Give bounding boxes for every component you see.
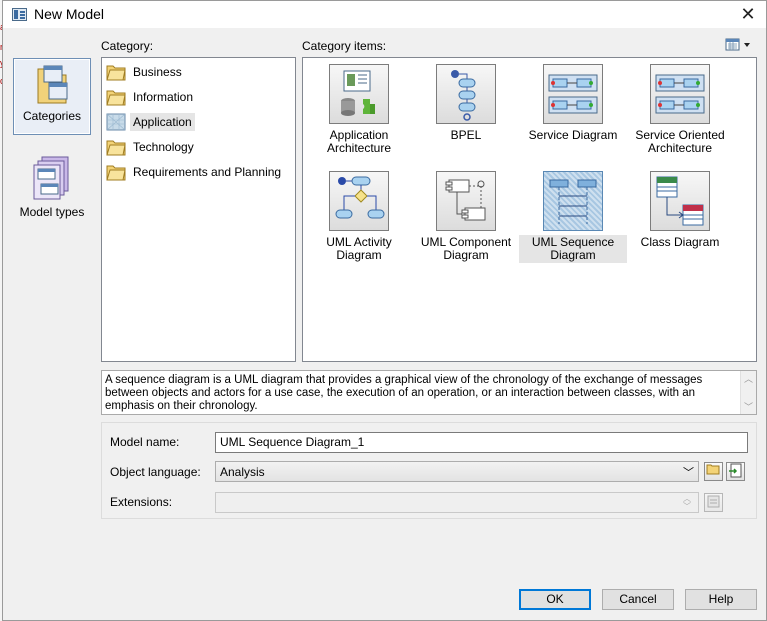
tile-label: Service Oriented Architecture [635,128,725,155]
category-item-information[interactable]: Information [106,86,196,108]
tile-label: Application Architecture [326,128,392,155]
folder-icon [106,65,126,81]
close-icon[interactable]: ✕ [736,3,760,25]
tile-label: UML Activity Diagram [326,235,392,262]
help-button[interactable]: Help [685,589,757,610]
description-scrollbar[interactable]: ︿ ﹀ [740,371,756,414]
category-item-label: Requirements and Planning [133,165,282,179]
object-language-select[interactable]: Analysis ﹀ [215,461,699,482]
nav-categories-label: Categories [22,109,82,123]
tile-class-diagram[interactable]: Class Diagram [626,171,734,250]
description-box: A sequence diagram is a UML diagram that… [101,370,757,415]
category-items-label: Category items: [302,39,387,53]
model-name-label: Model name: [110,435,180,449]
folder-icon [106,165,126,181]
tile-bpel[interactable]: BPEL [412,64,520,143]
object-language-value: Analysis [220,465,265,479]
model-properties-form: Model name: UML Sequence Diagram_1 Objec… [101,422,757,519]
category-item-business[interactable]: Business [106,61,185,83]
bpel-icon [436,64,496,124]
chevron-down-icon: ﹀ [683,467,694,479]
categories-icon [37,65,68,104]
uml-component-diagram-icon [436,171,496,231]
service-oriented-architecture-icon [650,64,710,124]
tile-uml-component-diagram[interactable]: UML Component Diagram [412,171,520,263]
extensions-input [215,492,699,513]
view-options-icon[interactable] [724,37,756,53]
category-list[interactable]: Business Information Application Technol… [101,57,296,362]
nav-model-types-label: Model types [19,205,85,219]
description-text: A sequence diagram is a UML diagram that… [105,374,703,412]
tile-service-oriented-architecture[interactable]: Service Oriented Architecture [626,64,734,156]
window-title: New Model [34,6,105,22]
app-icon [12,8,27,21]
ok-button[interactable]: OK [519,589,591,610]
tile-uml-sequence-diagram[interactable]: UML Sequence Diagram [519,171,627,263]
tile-label: UML Sequence Diagram [519,235,627,263]
category-item-label: Business [133,65,182,79]
folder-icon [106,140,126,156]
import-language-button[interactable] [726,462,745,481]
uml-sequence-diagram-icon [543,171,603,231]
extensions-label: Extensions: [110,495,173,509]
category-item-label: Information [133,90,194,104]
service-diagram-icon [543,64,603,124]
tile-label: UML Component Diagram [420,235,512,262]
folder-icon [106,90,126,106]
model-types-icon [33,156,69,200]
category-item-application[interactable]: Application [106,111,195,133]
new-model-dialog: New Model ✕ Categories Model types Categ… [2,0,767,621]
tile-application-architecture[interactable]: Application Architecture [305,64,413,156]
object-language-label: Object language: [110,465,201,479]
category-label: Category: [101,39,154,53]
category-item-label: Application [130,113,195,131]
extensions-properties-button [704,493,723,512]
scroll-down-icon[interactable]: ﹀ [744,401,753,414]
folder-open-icon [106,113,126,131]
application-architecture-icon [329,64,389,124]
cancel-button[interactable]: Cancel [602,589,674,610]
category-item-technology[interactable]: Technology [106,136,197,158]
tile-label: BPEL [450,128,482,142]
import-icon [729,463,742,478]
folder-icon [706,464,720,475]
browse-folder-button[interactable] [704,462,723,481]
nav-categories[interactable]: Categories [13,58,91,135]
title-bar: New Model ✕ [3,1,766,28]
tile-service-diagram[interactable]: Service Diagram [519,64,627,143]
tile-label: Class Diagram [640,235,720,249]
tile-uml-activity-diagram[interactable]: UML Activity Diagram [305,171,413,263]
model-name-input[interactable]: UML Sequence Diagram_1 [215,432,748,453]
nav-model-types[interactable]: Model types [13,151,91,221]
uml-activity-diagram-icon [329,171,389,231]
category-items-panel[interactable]: Application Architecture BPEL Service Di… [302,57,757,362]
category-item-label: Technology [133,140,194,154]
category-item-requirements-and-planning[interactable]: Requirements and Planning [106,161,284,183]
scroll-up-icon[interactable]: ︿ [744,373,753,386]
tile-label: Service Diagram [528,128,618,142]
properties-icon [707,495,720,508]
class-diagram-icon [650,171,710,231]
